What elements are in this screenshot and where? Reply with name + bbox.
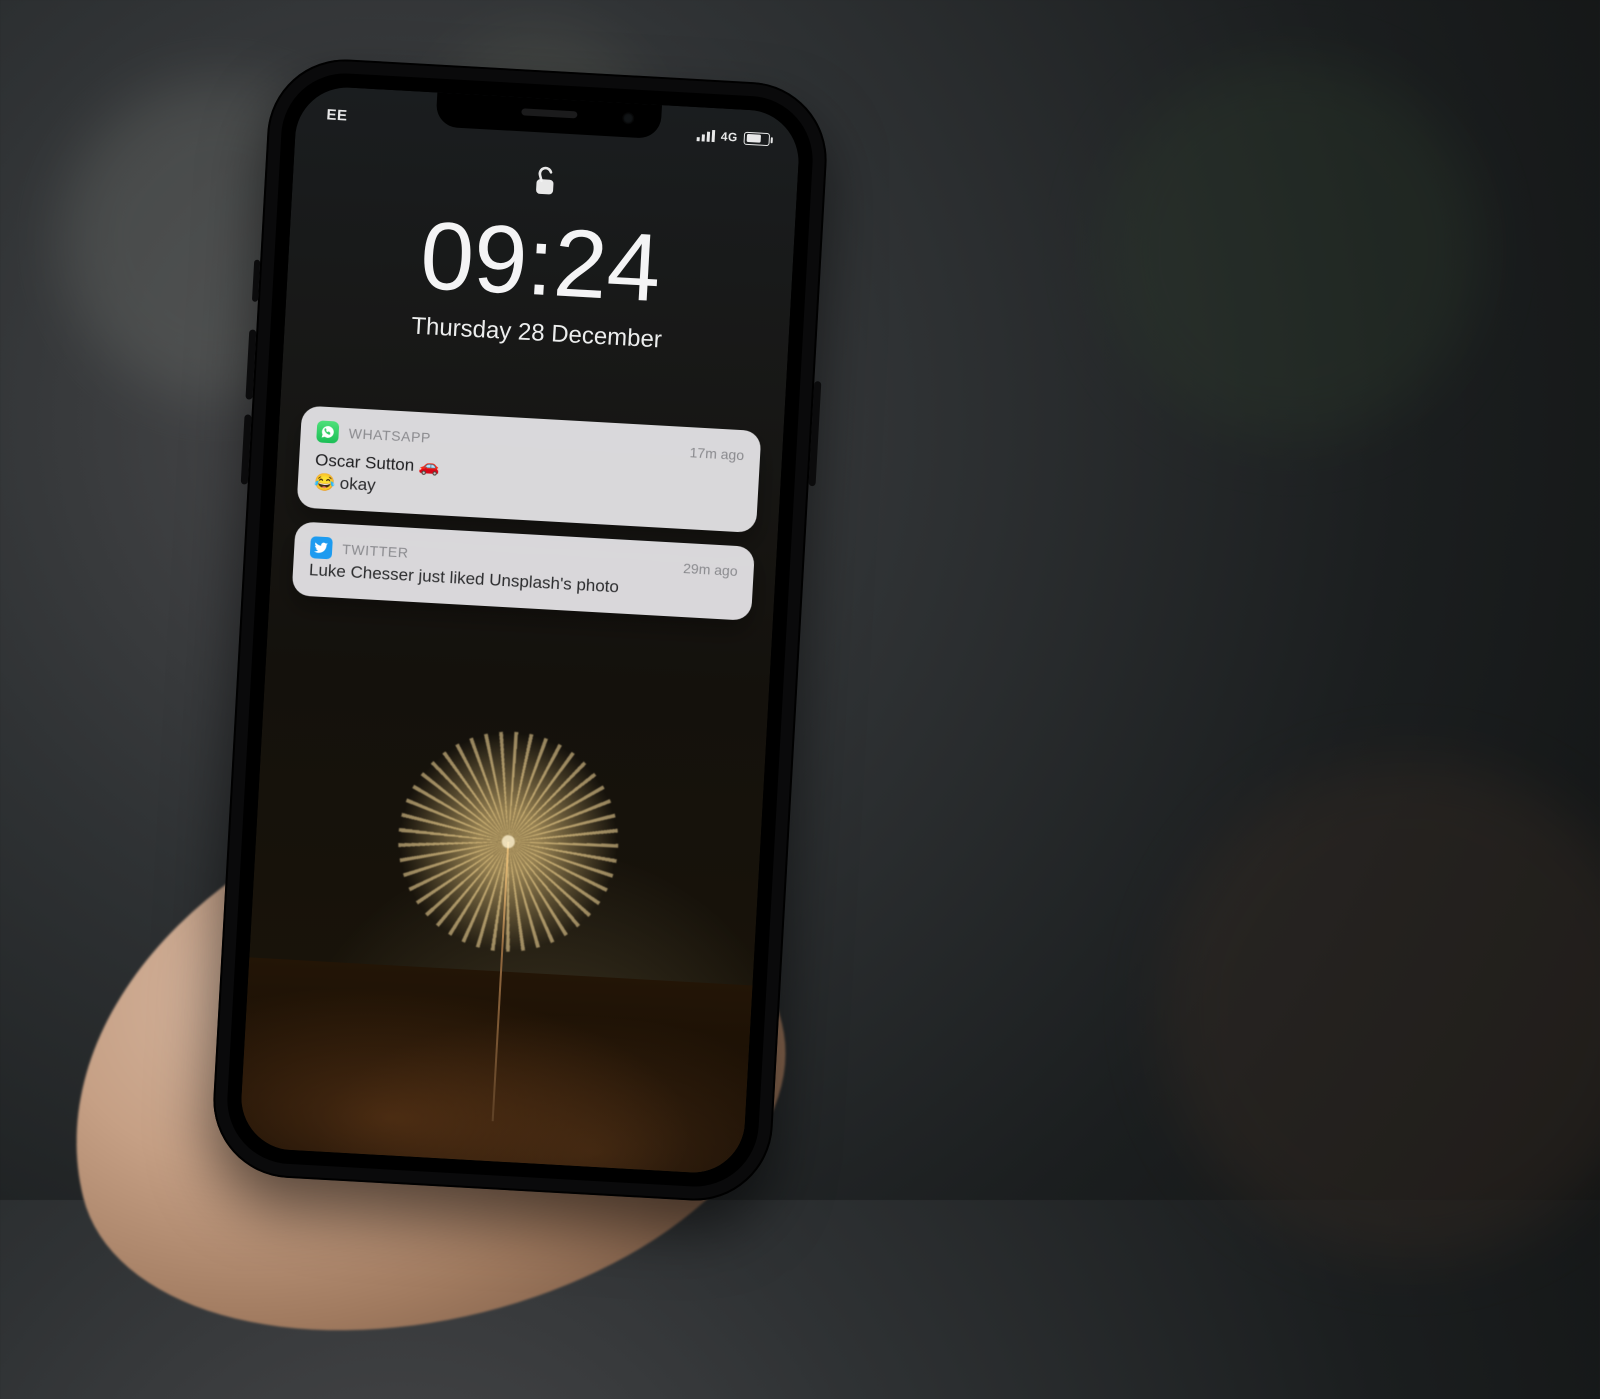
network-type-label: 4G	[720, 129, 738, 144]
signal-strength-icon	[697, 129, 716, 142]
phone: EE 4G 09:24 Thursday 28 December	[209, 55, 831, 1205]
notification-twitter[interactable]: TWITTER 29m ago Luke Chesser just liked …	[292, 521, 755, 621]
whatsapp-icon	[316, 420, 339, 443]
notification-stack: WHATSAPP 17m ago Oscar Sutton 🚗 😂 okay T…	[292, 405, 762, 620]
background-blur	[1100, 60, 1480, 440]
lock-screen[interactable]: EE 4G 09:24 Thursday 28 December	[239, 85, 802, 1175]
notification-app-name: WHATSAPP	[348, 425, 431, 446]
carrier-label: EE	[326, 106, 348, 124]
notification-time: 17m ago	[689, 444, 744, 463]
twitter-icon	[310, 536, 333, 559]
battery-icon	[743, 131, 770, 145]
lock-screen-header: 09:24 Thursday 28 December	[284, 145, 798, 362]
power-button	[808, 381, 821, 486]
mute-switch	[252, 260, 260, 302]
earpiece-speaker	[521, 108, 577, 118]
notification-time: 29m ago	[683, 560, 738, 579]
notification-whatsapp[interactable]: WHATSAPP 17m ago Oscar Sutton 🚗 😂 okay	[296, 405, 761, 533]
front-camera	[623, 113, 634, 124]
notification-app-name: TWITTER	[342, 541, 409, 561]
volume-down-button	[241, 414, 252, 484]
background-blur	[1160, 760, 1600, 1260]
unlocked-padlock-icon	[530, 164, 560, 205]
